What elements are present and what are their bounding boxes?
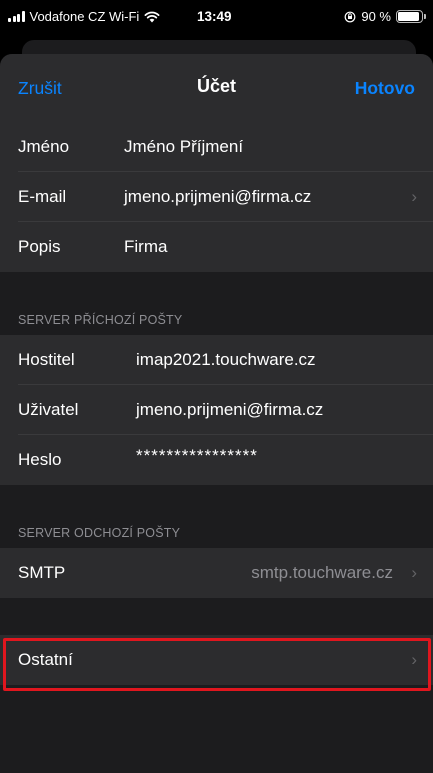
name-label: Jméno: [18, 137, 70, 156]
password-field[interactable]: ****************: [136, 431, 258, 481]
orientation-lock-icon: [344, 11, 356, 22]
status-right: 90 %: [344, 9, 426, 24]
outgoing-group: SMTP smtp.touchware.cz ›: [0, 548, 433, 598]
signal-icon: [8, 11, 25, 22]
user-row[interactable]: Uživatel jmeno.prijmeni@firma.cz: [0, 385, 433, 435]
done-button[interactable]: Hotovo: [355, 78, 415, 99]
email-field[interactable]: jmeno.prijmeni@firma.cz: [124, 172, 311, 222]
chevron-right-icon: ›: [411, 650, 417, 669]
outgoing-section-header: SERVER ODCHOZÍ POŠTY: [0, 485, 433, 548]
wifi-icon: [144, 11, 160, 22]
name-row[interactable]: Jméno Jméno Příjmení: [0, 122, 433, 172]
account-sheet: Zrušit Účet Hotovo Jméno Jméno Příjmení …: [0, 54, 433, 773]
account-group: Jméno Jméno Příjmení E-mail jmeno.prijme…: [0, 122, 433, 272]
smtp-value: smtp.touchware.cz: [251, 563, 393, 582]
email-label: E-mail: [18, 187, 67, 206]
user-label: Uživatel: [18, 400, 79, 419]
other-label: Ostatní: [18, 650, 73, 669]
chevron-right-icon: ›: [411, 563, 417, 582]
description-row[interactable]: Popis Firma: [0, 222, 433, 272]
other-group: Ostatní ›: [0, 635, 433, 685]
incoming-section-header: SERVER PŘÍCHOZÍ POŠTY: [0, 272, 433, 335]
status-left: Vodafone CZ Wi-Fi: [8, 9, 160, 24]
clock: 13:49: [197, 9, 232, 24]
chevron-right-icon: ›: [411, 187, 417, 206]
incoming-group: Hostitel imap2021.touchware.cz Uživatel …: [0, 335, 433, 485]
nav-bar: Zrušit Účet Hotovo: [0, 54, 433, 122]
host-field[interactable]: imap2021.touchware.cz: [136, 335, 316, 385]
password-label: Heslo: [18, 450, 62, 469]
host-row[interactable]: Hostitel imap2021.touchware.cz: [0, 335, 433, 385]
name-field[interactable]: Jméno Příjmení: [124, 122, 243, 172]
other-row[interactable]: Ostatní ›: [0, 635, 433, 685]
outgoing-header-label: SERVER ODCHOZÍ POŠTY: [18, 526, 181, 540]
battery-icon: [396, 10, 426, 23]
description-label: Popis: [18, 237, 61, 256]
host-label: Hostitel: [18, 350, 75, 369]
battery-percent: 90 %: [361, 9, 391, 24]
spacer: [0, 598, 433, 635]
smtp-row[interactable]: SMTP smtp.touchware.cz ›: [0, 548, 433, 598]
incoming-header-label: SERVER PŘÍCHOZÍ POŠTY: [18, 313, 183, 327]
carrier-label: Vodafone CZ Wi-Fi: [29, 9, 140, 24]
smtp-label: SMTP: [18, 563, 66, 582]
password-row[interactable]: Heslo ****************: [0, 435, 433, 485]
email-row[interactable]: E-mail jmeno.prijmeni@firma.cz ›: [0, 172, 433, 222]
user-field[interactable]: jmeno.prijmeni@firma.cz: [136, 385, 323, 435]
description-field[interactable]: Firma: [124, 222, 167, 272]
status-bar: Vodafone CZ Wi-Fi 13:49 90 %: [0, 0, 433, 38]
